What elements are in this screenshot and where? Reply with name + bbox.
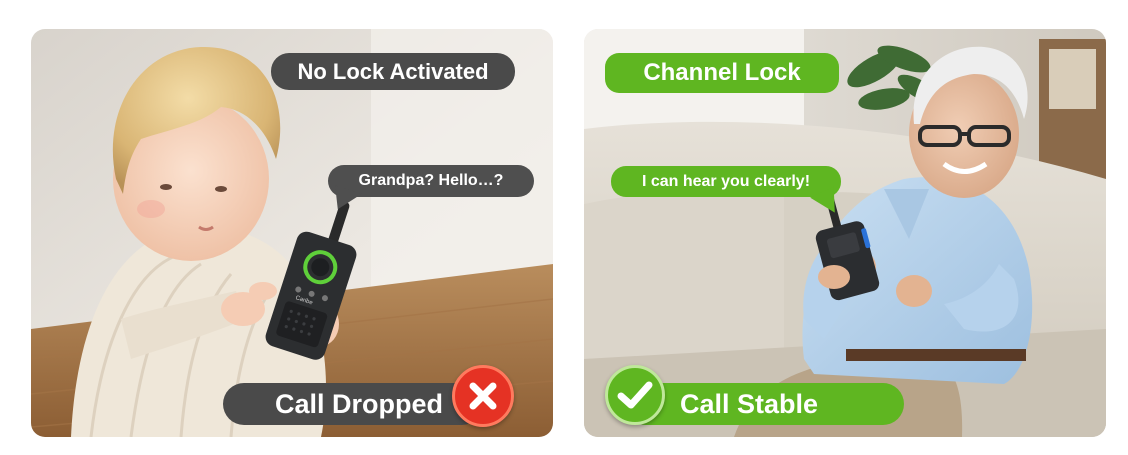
speech-bubble-clear: I can hear you clearly! — [611, 166, 841, 197]
result-label-call-stable: Call Stable — [624, 383, 904, 425]
status-label-no-lock: No Lock Activated — [271, 53, 515, 90]
status-label-text: Channel Lock — [643, 59, 801, 86]
speech-bubble-text: Grandpa? Hello…? — [358, 172, 504, 189]
no-lock-panel: Caribe No Lock Activated Grandpa? Hello…… — [31, 29, 553, 437]
speech-bubble-text: I can hear you clearly! — [641, 172, 811, 190]
check-mark-glyph — [617, 381, 653, 409]
x-mark-icon — [452, 365, 514, 427]
status-label-text: No Lock Activated — [297, 58, 489, 84]
result-label-call-dropped: Call Dropped — [223, 383, 483, 425]
x-mark-glyph — [469, 382, 497, 410]
channel-lock-panel: Channel Lock I can hear you clearly! Cal… — [584, 29, 1106, 437]
status-label-channel-lock: Channel Lock — [605, 53, 839, 93]
result-label-text: Call Dropped — [275, 388, 444, 419]
result-label-text: Call Stable — [680, 388, 819, 419]
check-mark-icon — [605, 365, 665, 425]
